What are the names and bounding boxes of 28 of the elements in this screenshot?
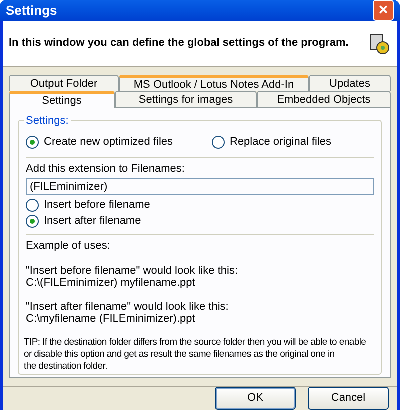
header-text: In this window you can define the global settings of the program. bbox=[9, 36, 349, 52]
tab[interactable]: Output Folder bbox=[9, 75, 119, 91]
radio-label: Replace original files bbox=[230, 134, 332, 150]
radio-button[interactable] bbox=[26, 136, 39, 148]
radio-button[interactable] bbox=[26, 198, 39, 212]
example-title: Example of uses: bbox=[26, 240, 112, 253]
tab[interactable]: MS Outlook / Lotus Notes Add-In bbox=[119, 75, 309, 91]
tab[interactable]: Updates bbox=[309, 75, 391, 91]
dialog-button[interactable]: Cancel bbox=[308, 387, 389, 410]
group-title: Settings: bbox=[24, 113, 71, 130]
radio-button[interactable] bbox=[212, 136, 225, 148]
close-button[interactable]: × bbox=[373, 0, 394, 21]
example-path: C:\(FILEminimizer) myfilename.ppt bbox=[26, 277, 196, 289]
example-caption: "Insert before filename" would look like this: bbox=[26, 265, 240, 277]
window-title: Settings bbox=[6, 2, 58, 20]
tab[interactable]: Settings bbox=[9, 91, 115, 108]
radio-button[interactable] bbox=[26, 214, 39, 228]
tip-text: TIP: If the destination folder differs from the source folder then you will be able to enable or disable this option and get as result the same filenames as the original one in the destination folder. bbox=[24, 337, 366, 373]
extension-field[interactable]: (FILEminimizer) bbox=[26, 178, 374, 195]
radio-label: Insert before filename bbox=[44, 198, 150, 213]
radio-label: Create new optimized files bbox=[44, 134, 174, 150]
example-path: C:\myfilename (FILEminimizer).ppt bbox=[26, 313, 196, 325]
tab[interactable]: Settings for images bbox=[115, 91, 257, 107]
tab[interactable]: Embedded Objects bbox=[257, 91, 391, 107]
radio-label: Insert after filename bbox=[44, 214, 142, 229]
extension-label: Add this extension to Filenames: bbox=[26, 162, 186, 176]
dialog-button[interactable]: OK bbox=[215, 387, 296, 410]
example-caption: "Insert after filename" would look like this: bbox=[26, 301, 230, 313]
